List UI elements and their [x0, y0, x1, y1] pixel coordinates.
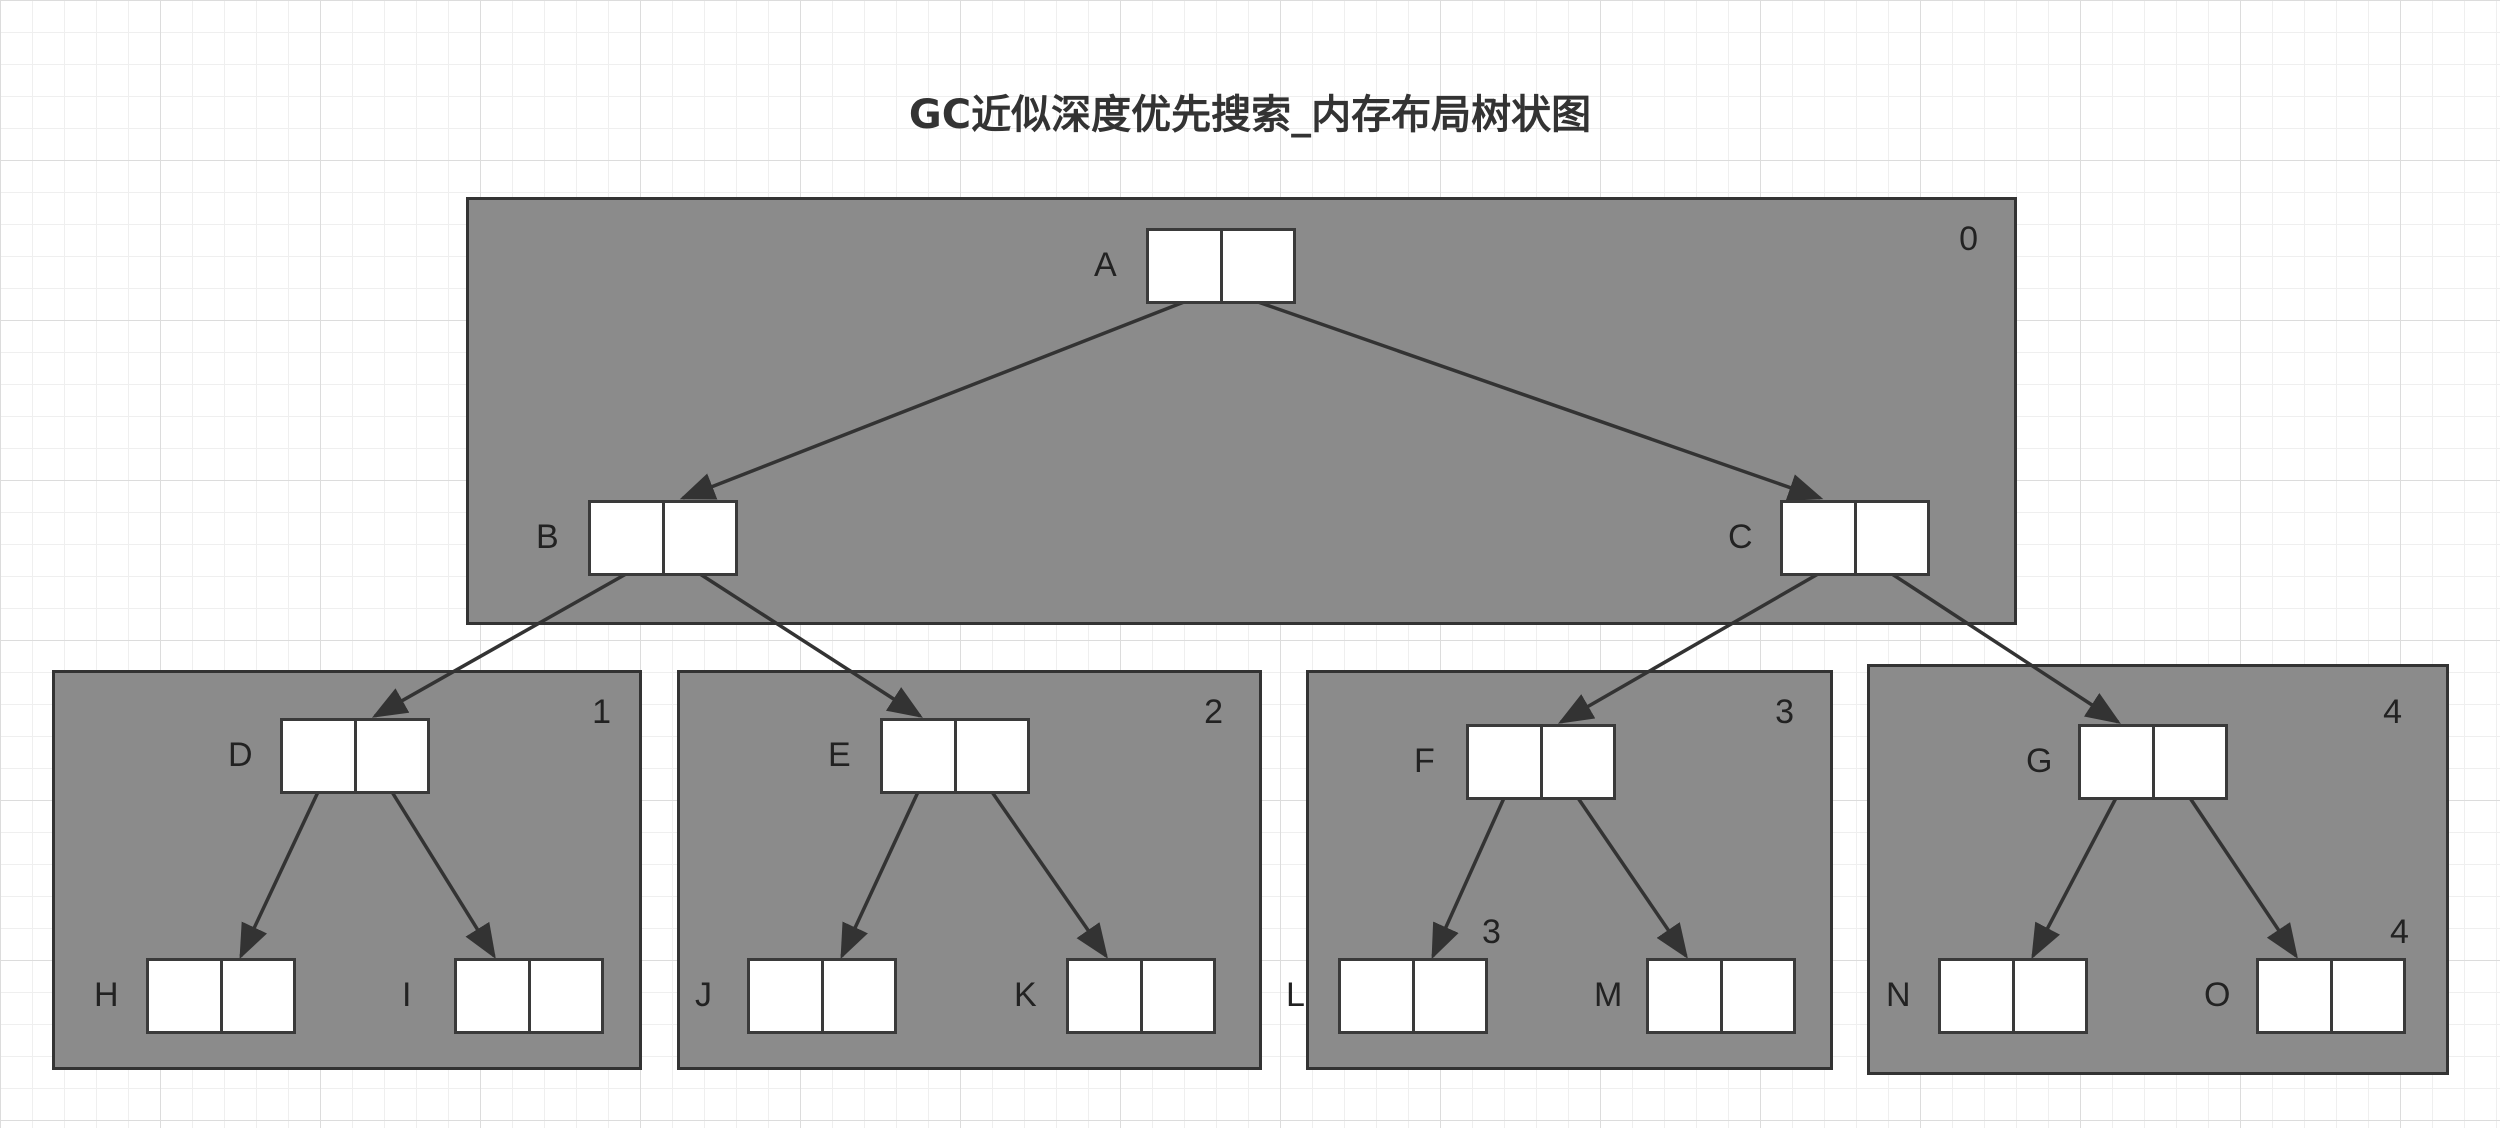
node-cell — [149, 961, 220, 1031]
node-g — [2078, 724, 2228, 800]
node-cell — [283, 721, 354, 791]
node-label-l: L — [1286, 976, 1305, 1014]
node-j — [747, 958, 897, 1034]
node-label-o: O — [2204, 976, 2231, 1014]
node-h — [146, 958, 296, 1034]
node-cell — [2329, 961, 2403, 1031]
edge-a-b — [679, 300, 1185, 500]
node-cell — [527, 961, 601, 1031]
node-cell — [457, 961, 528, 1031]
edge-c-g — [1891, 572, 2121, 724]
edges-layer — [239, 300, 2298, 960]
node-c — [1780, 500, 1930, 576]
extra-label-4: 4 — [2390, 913, 2409, 951]
node-a — [1146, 228, 1296, 304]
node-label-j: J — [695, 976, 712, 1014]
edge-a-c — [1257, 300, 1824, 501]
node-label-f: F — [1414, 742, 1435, 780]
node-m — [1646, 958, 1796, 1034]
node-label-d: D — [228, 736, 253, 774]
node-label-i: I — [402, 976, 412, 1014]
edge-g-o — [2188, 797, 2298, 959]
node-o — [2256, 958, 2406, 1034]
node-cell — [591, 503, 662, 573]
edge-e-j — [840, 791, 920, 960]
node-cell — [1941, 961, 2012, 1031]
node-cell — [1719, 961, 1793, 1031]
node-cell — [1341, 961, 1412, 1031]
node-cell — [353, 721, 427, 791]
extra-label-3: 3 — [1482, 913, 1501, 951]
node-label-a: A — [1094, 246, 1117, 284]
node-cell — [2259, 961, 2330, 1031]
node-k — [1066, 958, 1216, 1034]
edge-b-d — [371, 572, 627, 718]
node-cell — [2151, 727, 2225, 797]
node-label-k: K — [1014, 976, 1037, 1014]
node-cell — [1411, 961, 1485, 1031]
node-label-n: N — [1886, 976, 1911, 1014]
node-f — [1466, 724, 1616, 800]
node-d — [280, 718, 430, 794]
edge-g-n — [2031, 797, 2118, 960]
node-cell — [2011, 961, 2085, 1031]
node-label-g: G — [2026, 742, 2053, 780]
node-n — [1938, 958, 2088, 1034]
edge-d-i — [390, 791, 496, 959]
node-label-m: M — [1594, 976, 1623, 1014]
node-cell — [1219, 231, 1293, 301]
node-cell — [1469, 727, 1540, 797]
node-cell — [1149, 231, 1220, 301]
node-cell — [1853, 503, 1927, 573]
node-cell — [820, 961, 894, 1031]
node-cell — [750, 961, 821, 1031]
node-cell — [883, 721, 954, 791]
node-cell — [953, 721, 1027, 791]
node-label-h: H — [94, 976, 119, 1014]
node-l — [1338, 958, 1488, 1034]
node-cell — [1539, 727, 1613, 797]
edge-b-e — [699, 572, 923, 718]
node-label-e: E — [828, 736, 851, 774]
node-cell — [661, 503, 735, 573]
edge-c-f — [1557, 572, 1819, 724]
node-cell — [1783, 503, 1854, 573]
node-cell — [1139, 961, 1213, 1031]
node-b — [588, 500, 738, 576]
edge-f-m — [1576, 797, 1688, 959]
node-cell — [1069, 961, 1140, 1031]
node-e — [880, 718, 1030, 794]
node-cell — [1649, 961, 1720, 1031]
node-cell — [219, 961, 293, 1031]
node-label-b: B — [536, 518, 559, 556]
node-label-c: C — [1728, 518, 1753, 556]
edge-d-h — [239, 791, 320, 960]
node-cell — [2081, 727, 2152, 797]
node-i — [454, 958, 604, 1034]
edge-e-k — [990, 791, 1108, 959]
